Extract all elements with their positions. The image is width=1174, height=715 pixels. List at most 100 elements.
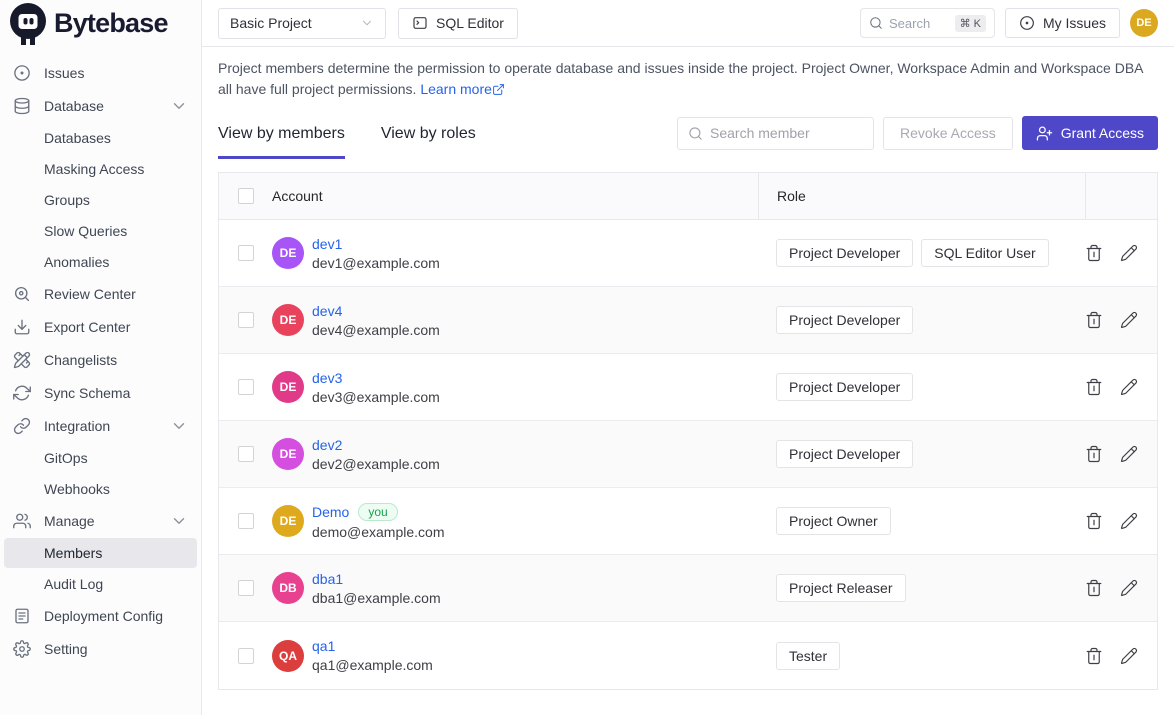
page-description: Project members determine the permission… — [218, 58, 1158, 100]
table-row: DB dba1 dba1@example.com Project Release… — [219, 555, 1157, 622]
pencil-icon — [1120, 244, 1138, 262]
row-checkbox[interactable] — [238, 245, 254, 261]
edit-member-button[interactable] — [1120, 647, 1138, 665]
delete-member-button[interactable] — [1085, 378, 1103, 396]
avatar: DE — [272, 237, 304, 269]
delete-member-button[interactable] — [1085, 445, 1103, 463]
role-badge: SQL Editor User — [921, 239, 1048, 267]
edit-member-button[interactable] — [1120, 378, 1138, 396]
sidebar-item-review-center[interactable]: Review Center — [4, 278, 197, 310]
members-page: Project members determine the permission… — [202, 47, 1174, 690]
actions-cell — [1085, 647, 1157, 665]
trash-icon — [1085, 445, 1103, 463]
row-checkbox[interactable] — [238, 580, 254, 596]
search-member-placeholder: Search member — [710, 125, 810, 141]
search-member-input[interactable]: Search member — [677, 117, 874, 150]
table-row: DE Demo you demo@example.com Project Own… — [219, 488, 1157, 555]
delete-member-button[interactable] — [1085, 311, 1103, 329]
member-name-link[interactable]: dev1 — [312, 236, 342, 252]
sidebar-item-label: Review Center — [44, 286, 136, 302]
member-name-link[interactable]: Demo — [312, 504, 349, 520]
table-header: Account Role — [219, 173, 1157, 220]
sidebar-item-slow-queries[interactable]: Slow Queries — [4, 216, 197, 246]
project-selector[interactable]: Basic Project — [218, 8, 386, 39]
sql-editor-button[interactable]: SQL Editor — [398, 8, 518, 39]
sidebar-item-audit-log[interactable]: Audit Log — [4, 569, 197, 599]
actions-cell — [1085, 579, 1157, 597]
actions-cell — [1085, 311, 1157, 329]
row-checkbox[interactable] — [238, 513, 254, 529]
sidebar-item-anomalies[interactable]: Anomalies — [4, 247, 197, 277]
delete-member-button[interactable] — [1085, 579, 1103, 597]
sidebar-item-manage[interactable]: Manage — [4, 505, 197, 537]
sql-editor-label: SQL Editor — [436, 15, 504, 31]
delete-member-button[interactable] — [1085, 647, 1103, 665]
external-link-icon — [492, 81, 505, 97]
select-all-checkbox[interactable] — [238, 188, 254, 204]
search-input[interactable]: Search ⌘ K — [860, 8, 995, 38]
grant-access-button[interactable]: Grant Access — [1022, 116, 1158, 150]
member-name-link[interactable]: dba1 — [312, 571, 343, 587]
brand-logo[interactable]: Bytebase — [0, 0, 201, 47]
edit-member-button[interactable] — [1120, 579, 1138, 597]
user-avatar[interactable]: DE — [1130, 9, 1158, 37]
sidebar-item-database[interactable]: Database — [4, 90, 197, 122]
delete-member-button[interactable] — [1085, 512, 1103, 530]
revoke-access-button[interactable]: Revoke Access — [883, 117, 1013, 150]
my-issues-button[interactable]: My Issues — [1005, 8, 1120, 38]
role-cell: Project Owner — [758, 507, 1085, 535]
account-cell: DB dba1 dba1@example.com — [272, 571, 758, 606]
edit-member-button[interactable] — [1120, 512, 1138, 530]
actions-cell — [1085, 378, 1157, 396]
row-checkbox[interactable] — [238, 379, 254, 395]
sidebar-item-members[interactable]: Members — [4, 538, 197, 568]
topbar-right: Search ⌘ K My Issues DE — [860, 8, 1158, 38]
sidebar-item-export-center[interactable]: Export Center — [4, 311, 197, 343]
account-cell: QA qa1 qa1@example.com — [272, 638, 758, 673]
avatar: DB — [272, 572, 304, 604]
tab-view-by-members[interactable]: View by members — [218, 125, 345, 159]
row-checkbox[interactable] — [238, 648, 254, 664]
role-cell: Project Developer — [758, 440, 1085, 468]
sidebar-item-integration[interactable]: Integration — [4, 410, 197, 442]
member-name-link[interactable]: qa1 — [312, 638, 335, 654]
tab-view-by-roles[interactable]: View by roles — [381, 125, 476, 159]
brand-name: Bytebase — [54, 8, 168, 39]
sidebar-item-masking-access[interactable]: Masking Access — [4, 154, 197, 184]
edit-member-button[interactable] — [1120, 445, 1138, 463]
sidebar-item-issues[interactable]: Issues — [4, 57, 197, 89]
sidebar: Bytebase Issues Database Databases Maski… — [0, 0, 202, 715]
sidebar-item-gitops[interactable]: GitOps — [4, 443, 197, 473]
view-tabs: View by members View by roles — [218, 125, 476, 159]
table-row: QA qa1 qa1@example.com Tester — [219, 622, 1157, 689]
role-cell: Project DeveloperSQL Editor User — [758, 239, 1085, 267]
sidebar-item-sync-schema[interactable]: Sync Schema — [4, 377, 197, 409]
chevron-down-icon — [170, 512, 188, 530]
document-icon — [13, 607, 31, 625]
member-name-link[interactable]: dev3 — [312, 370, 342, 386]
users-icon — [13, 512, 31, 530]
member-name-link[interactable]: dev4 — [312, 303, 342, 319]
delete-member-button[interactable] — [1085, 244, 1103, 262]
sidebar-item-label: Sync Schema — [44, 385, 130, 401]
edit-member-button[interactable] — [1120, 311, 1138, 329]
edit-member-button[interactable] — [1120, 244, 1138, 262]
row-checkbox[interactable] — [238, 446, 254, 462]
trash-icon — [1085, 311, 1103, 329]
pencil-icon — [1120, 647, 1138, 665]
export-icon — [13, 318, 31, 336]
sidebar-item-databases[interactable]: Databases — [4, 123, 197, 153]
sidebar-item-label: Masking Access — [44, 161, 144, 177]
learn-more-link[interactable]: Learn more — [420, 81, 505, 97]
sidebar-item-label: Database — [44, 98, 104, 114]
issue-icon — [13, 64, 31, 82]
column-header-actions — [1085, 173, 1157, 219]
sidebar-item-setting[interactable]: Setting — [4, 633, 197, 665]
sidebar-item-groups[interactable]: Groups — [4, 185, 197, 215]
sidebar-item-changelists[interactable]: Changelists — [4, 344, 197, 376]
sidebar-item-webhooks[interactable]: Webhooks — [4, 474, 197, 504]
member-name-link[interactable]: dev2 — [312, 437, 342, 453]
row-checkbox[interactable] — [238, 312, 254, 328]
sidebar-item-deployment-config[interactable]: Deployment Config — [4, 600, 197, 632]
role-badge: Project Developer — [776, 440, 913, 468]
